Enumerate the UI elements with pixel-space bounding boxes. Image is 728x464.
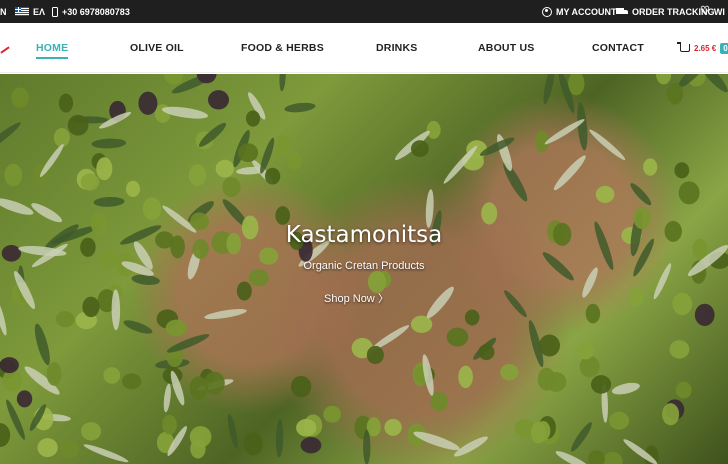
phone-icon	[52, 6, 58, 17]
left-fragment-text: N	[0, 6, 7, 17]
truck-icon	[616, 7, 628, 16]
cart-total: 2.65 €	[694, 43, 717, 53]
wishlist-label: WI	[713, 6, 725, 17]
hero-banner: Kastamonitsa Organic Cretan Products Sho…	[0, 74, 728, 464]
cart-icon	[677, 42, 690, 52]
hero-subtitle: Organic Cretan Products	[303, 260, 425, 272]
cart-count-badge: 0	[720, 42, 728, 54]
shop-now-label: Shop Now	[324, 293, 375, 305]
chevron-right-icon: 〉	[377, 293, 389, 305]
heart-icon: ♡	[700, 5, 710, 17]
nav-item-olive-oil[interactable]: OLIVE OIL	[130, 23, 184, 73]
nav-item-contact[interactable]: CONTACT	[592, 23, 644, 73]
user-icon	[542, 6, 552, 17]
logo[interactable]	[0, 41, 12, 61]
greek-flag-icon	[15, 7, 29, 16]
my-account-link[interactable]: MY ACCOUNT	[542, 0, 617, 23]
nav-item-food-herbs[interactable]: FOOD & HERBS	[241, 23, 324, 73]
nav-item-about-us[interactable]: ABOUT US	[478, 23, 534, 73]
phone-link[interactable]: +30 6978080783	[52, 0, 130, 23]
shop-now-button[interactable]: Shop Now 〉	[324, 290, 389, 306]
my-account-label: MY ACCOUNT	[556, 6, 617, 17]
nav-item-drinks[interactable]: DRINKS	[376, 23, 417, 73]
phone-number: +30 6978080783	[62, 6, 130, 17]
cart-button[interactable]: 2.65 € 0	[677, 23, 728, 73]
nav-item-home[interactable]: HOME	[36, 23, 69, 73]
wishlist-link[interactable]: ♡ WI	[700, 0, 725, 23]
top-bar: N ΕΛ +30 6978080783 MY ACCOUNT ORDER TRA…	[0, 0, 728, 23]
top-bar-left-fragment: N	[0, 0, 7, 23]
hero-title: Kastamonitsa	[285, 222, 443, 248]
main-navigation: HOME OLIVE OIL FOOD & HERBS DRINKS ABOUT…	[0, 23, 728, 73]
language-switcher[interactable]: ΕΛ	[15, 0, 45, 23]
language-label: ΕΛ	[33, 6, 46, 17]
